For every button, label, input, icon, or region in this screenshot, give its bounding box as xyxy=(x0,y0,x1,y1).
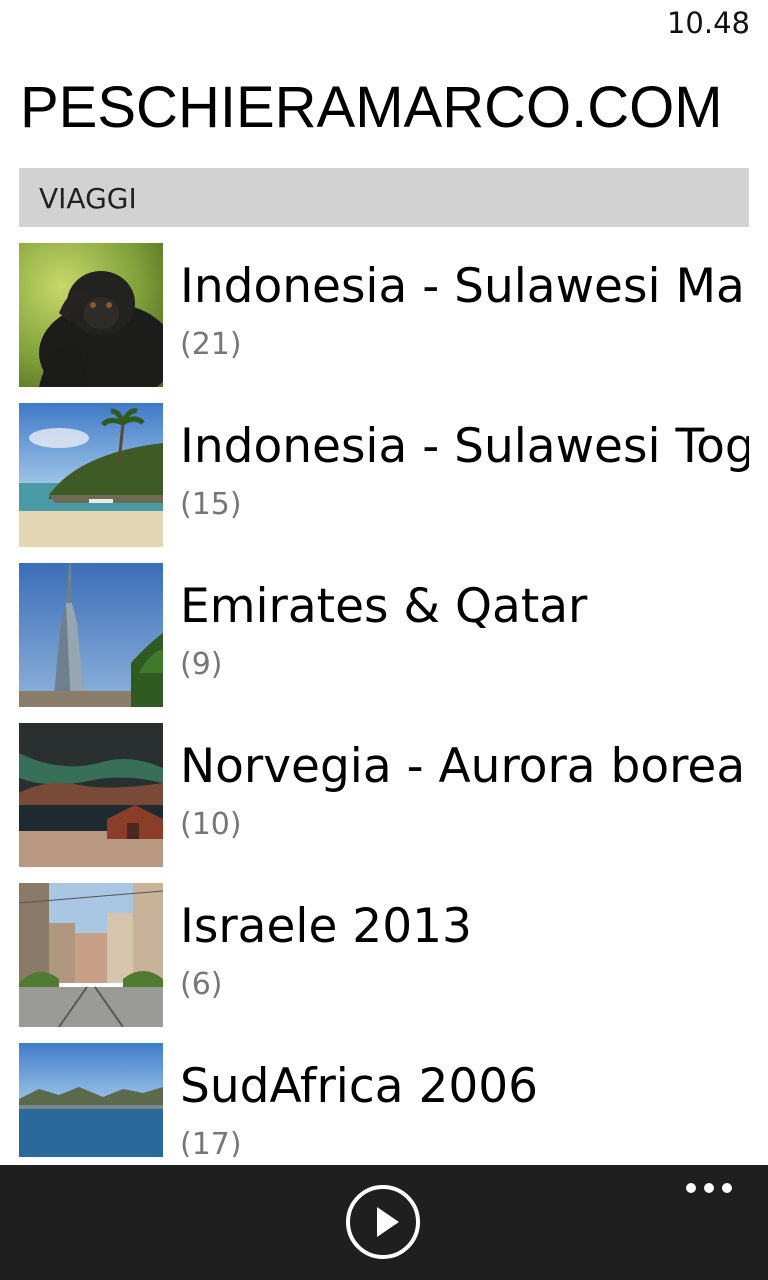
app-bar xyxy=(0,1165,768,1280)
album-count: (15) xyxy=(180,487,242,522)
album-title: Israele 2013 xyxy=(180,899,472,954)
album-title: SudAfrica 2006 xyxy=(180,1059,539,1114)
more-dots-icon xyxy=(704,1183,714,1193)
album-count: (21) xyxy=(180,327,242,362)
bay-mountains-thumbnail xyxy=(19,1043,163,1157)
status-bar: 10.48 xyxy=(0,0,768,50)
aurora-cabin-thumbnail xyxy=(19,723,163,867)
album-count: (10) xyxy=(180,807,242,842)
album-item[interactable]: Israele 2013 (6) xyxy=(19,883,749,1027)
play-button[interactable] xyxy=(346,1185,420,1259)
more-dots-icon xyxy=(686,1183,696,1193)
album-title: Indonesia - Sulawesi Togian xyxy=(180,419,749,474)
status-time: 10.48 xyxy=(666,6,750,40)
section-header[interactable]: VIAGGI xyxy=(19,168,749,227)
album-item[interactable]: Emirates & Qatar (9) xyxy=(19,563,749,707)
album-title: Emirates & Qatar xyxy=(180,579,588,634)
album-title: Indonesia - Sulawesi Manado xyxy=(180,259,749,314)
city-street-thumbnail xyxy=(19,883,163,1027)
album-count: (17) xyxy=(180,1127,242,1157)
album-item[interactable]: SudAfrica 2006 (17) xyxy=(19,1043,749,1157)
album-count: (6) xyxy=(180,967,223,1002)
album-item[interactable]: Norvegia - Aurora boreale (10) xyxy=(19,723,749,867)
skyscraper-thumbnail xyxy=(19,563,163,707)
album-item[interactable]: Indonesia - Sulawesi Manado (21) xyxy=(19,243,749,387)
macaque-thumbnail xyxy=(19,243,163,387)
play-icon xyxy=(377,1207,399,1237)
beach-island-thumbnail xyxy=(19,403,163,547)
section-header-label: VIAGGI xyxy=(39,182,137,215)
album-count: (9) xyxy=(180,647,223,682)
screen: 10.48 PESCHIERAMARCO.COM VIAGGI Indonesi… xyxy=(0,0,768,1280)
album-title: Norvegia - Aurora boreale xyxy=(180,739,749,794)
more-dots-icon xyxy=(722,1183,732,1193)
more-button[interactable] xyxy=(684,1181,734,1197)
album-item[interactable]: Indonesia - Sulawesi Togian (15) xyxy=(19,403,749,547)
app-title: PESCHIERAMARCO.COM xyxy=(20,75,723,140)
